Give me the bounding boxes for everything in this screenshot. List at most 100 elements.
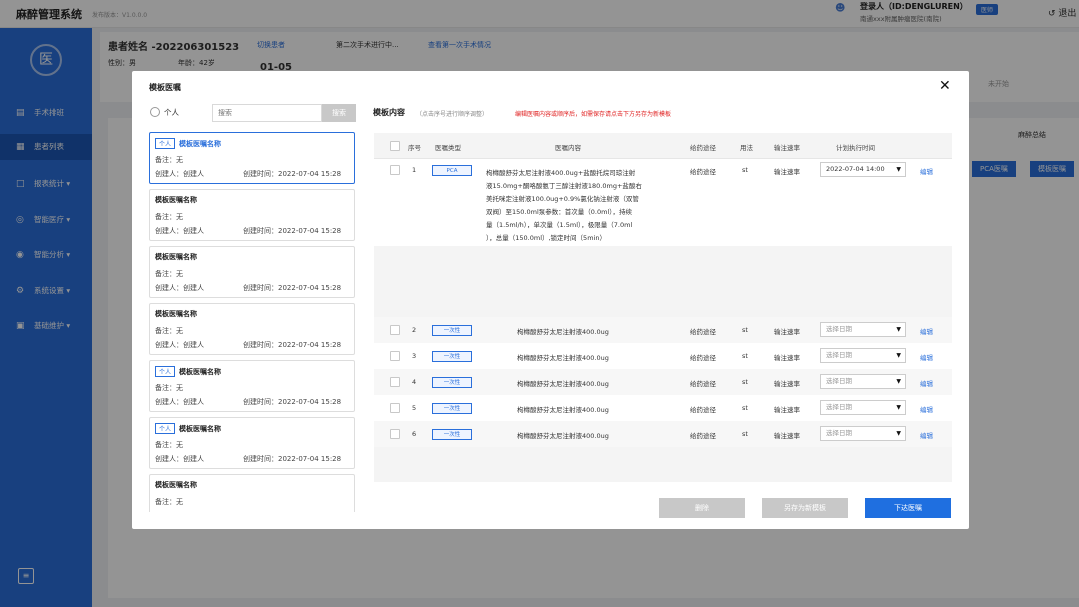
personal-tag: 个人	[155, 138, 176, 149]
order-type-tag: 一次性	[432, 429, 472, 440]
close-icon[interactable]: ✕	[939, 78, 951, 94]
plan-time-select[interactable]: 2022-07-04 14:00 ▼	[820, 162, 906, 177]
row-checkbox[interactable]	[390, 351, 400, 361]
template-card[interactable]: 个人 模板医嘱名称 备注：无创建人：创建人 创建时间：2022-07-04 15:28	[149, 417, 355, 469]
plan-time-select[interactable]: 选择日期 ▼	[820, 348, 906, 363]
template-creator: 创建人：创建人	[155, 511, 204, 512]
route: 给药途径	[690, 406, 716, 414]
plan-time-select[interactable]: 选择日期 ▼	[820, 400, 906, 415]
order-content: 枸橼酸舒芬太尼注射液400.0ug+盐酸托烷司琼注射 液15.0mg+酮咯酸氨丁三…	[486, 167, 671, 245]
usage: st	[742, 352, 748, 360]
header-usage: 用法	[740, 144, 753, 152]
table-row[interactable]: 2 一次性 枸橼酸舒芬太尼注射液400.0ug 给药途径 st 输注速率 选择日期 ▼ 编辑	[374, 317, 952, 343]
template-created-time: 创建时间：2022-07-04 15:28	[243, 227, 342, 235]
template-created-time: 创建时间：2022-07-04 15:28	[243, 170, 342, 178]
edit-link[interactable]: 编辑	[920, 404, 933, 414]
delete-button[interactable]: 删除	[659, 498, 745, 518]
search-button[interactable]: 搜索	[322, 104, 356, 122]
table-row[interactable]: 3 一次性 枸橼酸舒芬太尼注射液400.0ug 给药途径 st 输注速率 选择日期 ▼ 编辑	[374, 343, 952, 369]
personal-tag: 个人	[155, 366, 176, 377]
chevron-down-icon: ▼	[896, 378, 901, 385]
plan-time-select[interactable]: 选择日期 ▼	[820, 322, 906, 337]
usage: st	[742, 326, 748, 334]
template-creator: 创建人：创建人	[155, 227, 204, 235]
row-checkbox[interactable]	[390, 325, 400, 335]
order-content: 枸橼酸舒芬太尼注射液400.0ug	[517, 432, 609, 440]
order-table: 序号 医嘱类型 医嘱内容 给药途径 用法 输注速率 计划执行时间 1 PCA 枸橼酸…	[374, 133, 952, 482]
row-number[interactable]: 5	[412, 404, 416, 412]
issue-order-button[interactable]: 下达医嘱	[865, 498, 951, 518]
route: 给药途径	[690, 328, 716, 336]
row-checkbox[interactable]	[390, 403, 400, 413]
edit-link[interactable]: 编辑	[920, 166, 933, 176]
template-creator: 创建人：创建人	[155, 341, 204, 349]
route: 给药途径	[690, 354, 716, 362]
usage: st	[742, 378, 748, 386]
chevron-down-icon: ▼	[896, 326, 901, 333]
header-route: 给药途径	[690, 144, 716, 152]
template-name-text: 模板医嘱名称	[179, 368, 222, 376]
template-name-text: 模板医嘱名称	[155, 196, 197, 204]
template-name-text: 模板医嘱名称	[155, 481, 197, 489]
template-name-text: 模板医嘱名称	[155, 310, 197, 318]
edit-link[interactable]: 编辑	[920, 378, 933, 388]
table-row[interactable]: 6 一次性 枸橼酸舒芬太尼注射液400.0ug 给药途径 st 输注速率 选择日期 ▼ 编辑	[374, 421, 952, 447]
plan-time-value: 选择日期	[826, 429, 852, 437]
order-content: 枸橼酸舒芬太尼注射液400.0ug	[517, 354, 609, 362]
template-remark: 备注：无	[155, 498, 183, 506]
infusion-rate: 输注速率	[774, 432, 800, 440]
route: 给药途径	[690, 168, 716, 176]
order-content: 枸橼酸舒芬太尼注射液400.0ug	[517, 406, 609, 414]
edit-link[interactable]: 编辑	[920, 326, 933, 336]
row-number[interactable]: 2	[412, 326, 416, 334]
row-checkbox[interactable]	[390, 165, 400, 175]
plan-time-value: 选择日期	[826, 325, 852, 333]
personal-radio-label: 个人	[164, 108, 179, 117]
search-input[interactable]	[212, 104, 322, 122]
template-created-time: 创建时间：2022-07-04 15:28	[243, 398, 342, 406]
order-content-line: ），总量（150.0ml）,锁定时间（5min）	[486, 234, 606, 242]
row-checkbox[interactable]	[390, 377, 400, 387]
row-number[interactable]: 1	[412, 166, 416, 174]
row-number[interactable]: 6	[412, 430, 416, 438]
template-name: 模板医嘱名称	[155, 480, 197, 490]
edit-link[interactable]: 编辑	[920, 430, 933, 440]
infusion-rate: 输注速率	[774, 380, 800, 388]
row-checkbox[interactable]	[390, 429, 400, 439]
personal-radio[interactable]	[150, 107, 160, 117]
template-card[interactable]: 个人 模板医嘱名称 备注：无 创建人：创建人 创建时间：2022-07-04 15:28	[149, 132, 355, 184]
template-order-modal: 模板医嘱 ✕ 个人 搜索 个人模板医嘱名称备注：无创建人：创建人创建时间：202…	[132, 71, 969, 529]
select-all-checkbox[interactable]	[390, 141, 400, 151]
template-name: 模板医嘱名称	[155, 309, 197, 319]
table-row[interactable]: 4 一次性 枸橼酸舒芬太尼注射液400.0ug 给药途径 st 输注速率 选择日期 ▼ 编辑	[374, 369, 952, 395]
row-number[interactable]: 4	[412, 378, 416, 386]
edit-link[interactable]: 编辑	[920, 352, 933, 362]
table-header: 序号 医嘱类型 医嘱内容 给药途径 用法 输注速率 计划执行时间	[374, 133, 952, 159]
plan-time-select[interactable]: 选择日期 ▼	[820, 374, 906, 389]
order-content: 枸橼酸舒芬太尼注射液400.0ug	[517, 380, 609, 388]
template-card[interactable]: 模板医嘱名称备注：无创建人：创建人 创建时间：2022-07-04 15:28	[149, 474, 355, 512]
modal-title: 模板医嘱	[149, 83, 181, 92]
row-number[interactable]: 3	[412, 352, 416, 360]
save-as-template-button[interactable]: 另存为新模板	[762, 498, 848, 518]
content-warning: 编辑医嘱内容或顺序后，如需保存请点击下方另存为新模板	[515, 111, 672, 118]
plan-time-value: 2022-07-04 14:00	[826, 165, 885, 173]
order-content-line: 双阀）至150.0ml泵参数：首次量（0.0ml），持续	[486, 208, 632, 216]
template-remark: 备注：无	[155, 441, 183, 449]
plan-time-select[interactable]: 选择日期 ▼	[820, 426, 906, 441]
template-created-time: 创建时间：2022-07-04 15:28	[243, 455, 342, 463]
template-remark: 备注：无	[155, 156, 183, 164]
template-remark: 备注：无	[155, 384, 183, 392]
template-card[interactable]: 模板医嘱名称备注：无创建人：创建人 创建时间：2022-07-04 15:28	[149, 246, 355, 298]
table-row[interactable]: 1 PCA 枸橼酸舒芬太尼注射液400.0ug+盐酸托烷司琼注射 液15.0mg+酮咯…	[374, 159, 952, 246]
header-plan-time: 计划执行时间	[836, 144, 875, 152]
template-card[interactable]: 模板医嘱名称备注：无创建人：创建人 创建时间：2022-07-04 15:28	[149, 189, 355, 241]
template-creator: 创建人：创建人	[155, 455, 204, 463]
template-card[interactable]: 模板医嘱名称备注：无创建人：创建人 创建时间：2022-07-04 15:28	[149, 303, 355, 355]
template-name-text: 模板医嘱名称	[179, 140, 222, 148]
template-card[interactable]: 个人 模板医嘱名称 备注：无 创建人：创建人 创建时间：2022-07-04 15:28	[149, 360, 355, 412]
order-content-line: 液15.0mg+酮咯酸氨丁三醇注射液180.0mg+盐酸右	[486, 182, 642, 190]
template-name: 个人 模板医嘱名称	[155, 423, 221, 434]
table-row[interactable]: 5 一次性 枸橼酸舒芬太尼注射液400.0ug 给药途径 st 输注速率 选择日期 ▼ 编辑	[374, 395, 952, 421]
usage: st	[742, 166, 748, 174]
